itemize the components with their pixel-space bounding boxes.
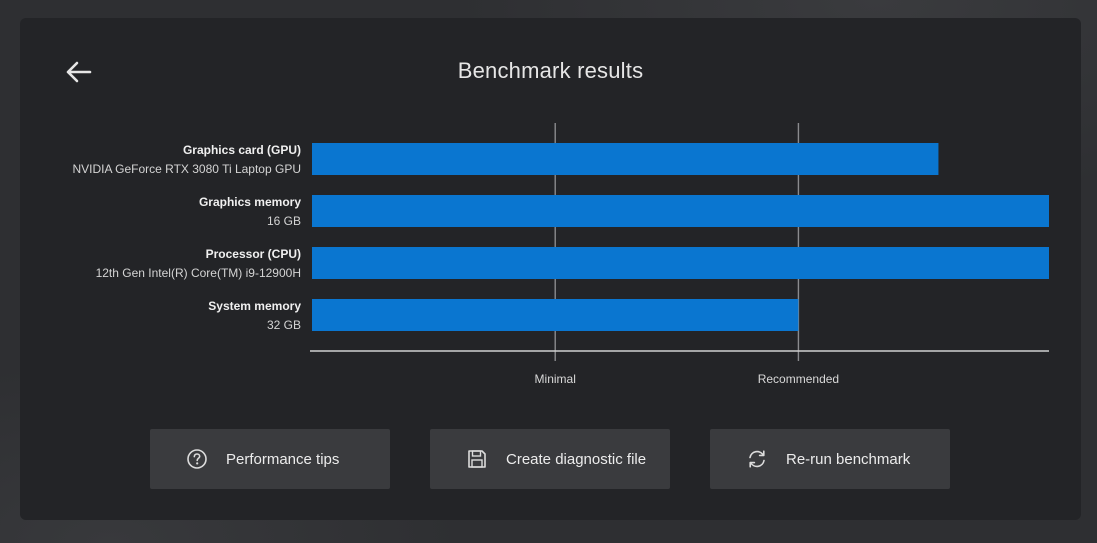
floppy-disk-icon [466,448,488,470]
bar-1 [312,195,1049,227]
question-circle-icon [186,448,208,470]
category-detail-3: 32 GB [267,318,301,332]
category-label-2: Processor (CPU) [206,247,301,261]
create-diagnostic-file-label: Create diagnostic file [506,450,647,468]
benchmark-chart: Minimal Recommended Graphics card (GPU) NVI… [72,123,1049,386]
category-detail-0: NVIDIA GeForce RTX 3080 Ti Laptop GPU [72,162,301,176]
category-label-1: Graphics memory [199,195,301,209]
performance-tips-button[interactable]: Performance tips [150,429,390,489]
bar-0 [312,143,939,175]
category-detail-2: 12th Gen Intel(R) Core(TM) i9-12900H [96,266,301,280]
refresh-icon [746,448,768,470]
bar-2 [312,247,1049,279]
action-bar: Performance tips Create diagnostic file [150,429,950,489]
rerun-benchmark-button[interactable]: Re-run benchmark [710,429,950,489]
create-diagnostic-file-button[interactable]: Create diagnostic file [430,429,670,489]
performance-tips-label: Performance tips [226,450,340,468]
category-detail-1: 16 GB [267,214,301,228]
reference-label-0: Minimal [535,372,576,386]
bar-3 [312,299,799,331]
rerun-benchmark-label: Re-run benchmark [786,450,911,468]
category-label-3: System memory [208,299,301,313]
benchmark-results-panel: Benchmark results Minimal Recommended Grap… [20,18,1081,520]
category-label-0: Graphics card (GPU) [183,143,301,157]
reference-label-1: Recommended [758,372,839,386]
